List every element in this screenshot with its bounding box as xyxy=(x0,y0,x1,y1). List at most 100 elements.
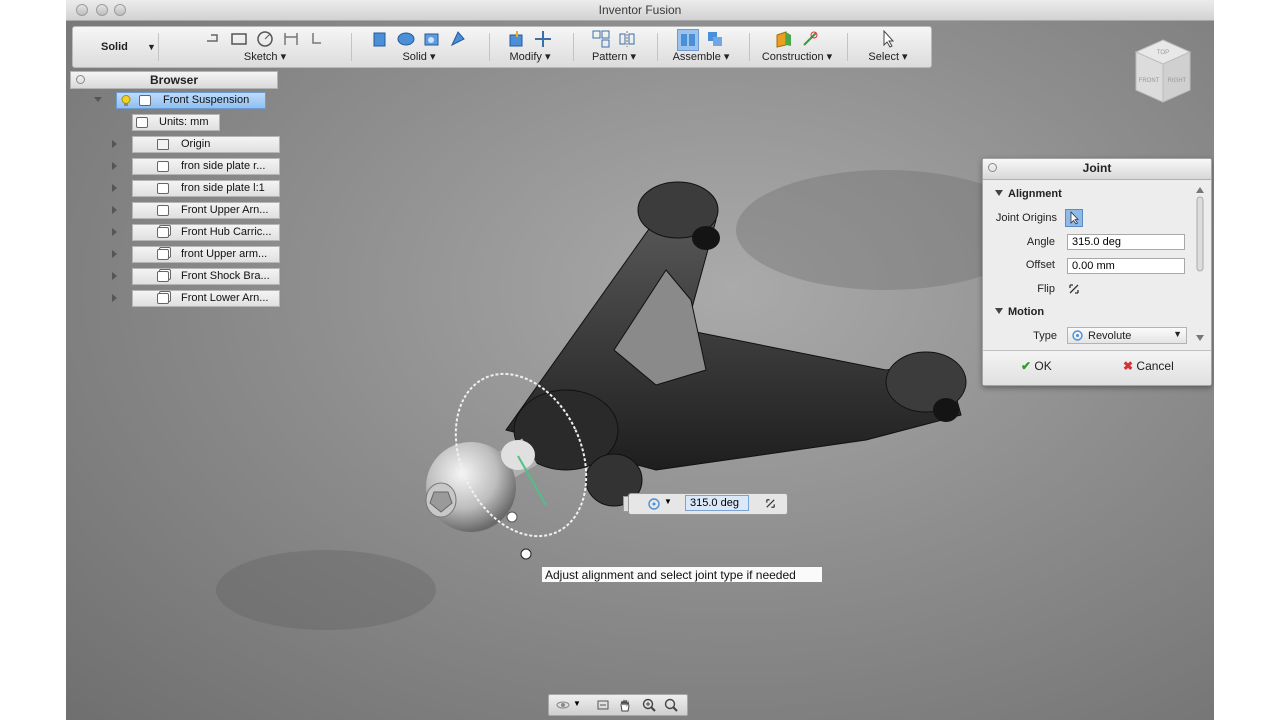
expand-arrow-icon[interactable] xyxy=(112,184,117,192)
angle-input[interactable] xyxy=(1067,234,1185,250)
collapse-arrow-icon[interactable] xyxy=(94,97,102,102)
ground-shadow xyxy=(216,550,436,630)
look-at-icon[interactable] xyxy=(595,697,611,713)
tree-item[interactable]: front Upper arm... xyxy=(132,246,280,263)
press-pull-icon xyxy=(509,31,523,47)
tree-item[interactable]: fron side plate r... xyxy=(132,158,280,175)
cursor-arrow-icon xyxy=(1070,210,1079,225)
zoom-window-icon[interactable] xyxy=(663,697,679,713)
angle-icon[interactable] xyxy=(647,497,661,511)
expand-arrow-icon[interactable] xyxy=(112,250,117,258)
triangle-down-icon xyxy=(995,190,1003,196)
workspace-label: Solid xyxy=(101,41,128,53)
assembly-icon xyxy=(139,95,151,106)
tree-item-units[interactable]: Units: mm xyxy=(132,114,220,131)
dimension-icon xyxy=(284,33,298,45)
sketch-label: Sketch xyxy=(243,51,278,63)
assemble-label: Assemble xyxy=(672,51,721,63)
offset-label: Offset xyxy=(1025,259,1055,271)
component-icon xyxy=(157,205,169,216)
joint-dialog: Joint Alignment Joint Origins Angle Offs… xyxy=(982,158,1212,386)
chevron-down-icon: ▼ xyxy=(1173,329,1182,339)
expand-arrow-icon[interactable] xyxy=(112,162,117,170)
cancel-button[interactable]: ✖ Cancel xyxy=(1123,359,1174,377)
rotation-handle[interactable] xyxy=(506,511,518,523)
joint-type-dropdown[interactable]: Revolute ▼ xyxy=(1067,327,1187,344)
view-cube[interactable]: TOP FRONT RIGHT xyxy=(1132,36,1194,108)
close-icon: ✖ xyxy=(1123,359,1134,373)
chevron-down-icon[interactable]: ▼ xyxy=(573,699,581,715)
tree-root-front-suspension[interactable]: Front Suspension xyxy=(116,92,266,109)
solid-group[interactable]: Solid ▾ xyxy=(359,29,479,65)
panel-scrollbar[interactable] xyxy=(1195,185,1205,343)
main-toolbar: Solid ▼ Sketch ▾ Solid ▾ Modify ▾ Patter… xyxy=(72,26,932,68)
undo-line-icon xyxy=(207,34,218,42)
flip-icon[interactable] xyxy=(1067,282,1081,296)
pattern-label: Pattern xyxy=(591,51,628,63)
units-label: Units: mm xyxy=(159,116,209,128)
loft-icon xyxy=(450,31,465,47)
component-icon xyxy=(157,183,169,194)
ok-label: OK xyxy=(1034,359,1052,373)
constraint-icon xyxy=(312,33,321,44)
joint-origins-select-button[interactable] xyxy=(1065,209,1083,227)
rectangular-pattern-icon xyxy=(592,30,610,48)
pattern-group[interactable]: Pattern ▾ xyxy=(581,29,647,65)
drag-handle[interactable] xyxy=(623,496,629,512)
assembly-icon xyxy=(157,271,169,282)
tree-item[interactable]: Front Hub Carric... xyxy=(132,224,280,241)
flip-icon[interactable] xyxy=(764,497,777,510)
extrude-icon xyxy=(373,32,386,47)
tree-item[interactable]: Front Upper Arn... xyxy=(132,202,280,219)
expand-arrow-icon[interactable] xyxy=(112,206,117,214)
canvas-angle-input[interactable] xyxy=(685,495,749,511)
circle-icon xyxy=(257,31,273,47)
select-group[interactable]: Select ▾ xyxy=(855,29,921,65)
mirror-icon xyxy=(619,31,635,47)
motion-section-toggle[interactable]: Motion xyxy=(995,306,1044,318)
chevron-down-icon: ▼ xyxy=(147,42,156,52)
workspace-selector[interactable]: Solid ▼ xyxy=(77,33,159,61)
expand-arrow-icon[interactable] xyxy=(112,272,117,280)
expand-arrow-icon[interactable] xyxy=(112,140,117,148)
hand-cursor-icon xyxy=(520,548,532,560)
ok-button[interactable]: ✔ OK xyxy=(1021,359,1052,377)
browser-header[interactable]: Browser xyxy=(70,71,278,89)
canvas-angle-widget: ▼ xyxy=(623,493,788,515)
tree-item-label: front Upper arm... xyxy=(181,248,268,260)
dialog-footer: ✔ OK ✖ Cancel xyxy=(983,350,1211,385)
joint-type-value: Revolute xyxy=(1088,330,1132,342)
rectangle-icon xyxy=(231,33,247,45)
expand-arrow-icon[interactable] xyxy=(112,228,117,236)
assembly-icon xyxy=(157,293,169,304)
tree-item[interactable]: Front Lower Arn... xyxy=(132,290,280,307)
tree-item[interactable]: Front Shock Bra... xyxy=(132,268,280,285)
view-cube-front-label: FRONT xyxy=(1139,78,1160,84)
modify-group[interactable]: Modify ▾ xyxy=(497,29,563,65)
construction-label: Construction xyxy=(761,51,824,63)
zoom-icon[interactable] xyxy=(641,697,657,713)
component-icon xyxy=(157,161,169,172)
work-plane-icon xyxy=(776,31,791,48)
tree-item-label: fron side plate l:1 xyxy=(181,182,265,194)
joint-dialog-header[interactable]: Joint xyxy=(983,159,1211,180)
move-icon xyxy=(535,31,551,47)
offset-input[interactable] xyxy=(1067,258,1185,274)
flip-label: Flip xyxy=(1037,283,1055,295)
solid-label: Solid xyxy=(402,51,427,63)
ball-joint-model[interactable] xyxy=(425,438,538,532)
tree-item[interactable]: Origin xyxy=(132,136,280,153)
alignment-section-toggle[interactable]: Alignment xyxy=(995,188,1062,200)
construction-group[interactable]: Construction ▾ xyxy=(757,29,837,65)
orbit-icon[interactable] xyxy=(555,697,571,713)
pan-hand-icon[interactable] xyxy=(617,697,633,713)
sketch-group[interactable]: Sketch ▾ xyxy=(191,29,339,65)
select-label: Select xyxy=(868,51,899,63)
units-doc-icon xyxy=(136,117,148,128)
tree-item[interactable]: fron side plate l:1 xyxy=(132,180,280,197)
assemble-group[interactable]: Assemble ▾ xyxy=(665,29,737,65)
visibility-bulb-icon[interactable] xyxy=(121,95,131,107)
chevron-down-icon[interactable]: ▼ xyxy=(664,497,672,506)
tree-item-label: Front Upper Arn... xyxy=(181,204,269,216)
expand-arrow-icon[interactable] xyxy=(112,294,117,302)
